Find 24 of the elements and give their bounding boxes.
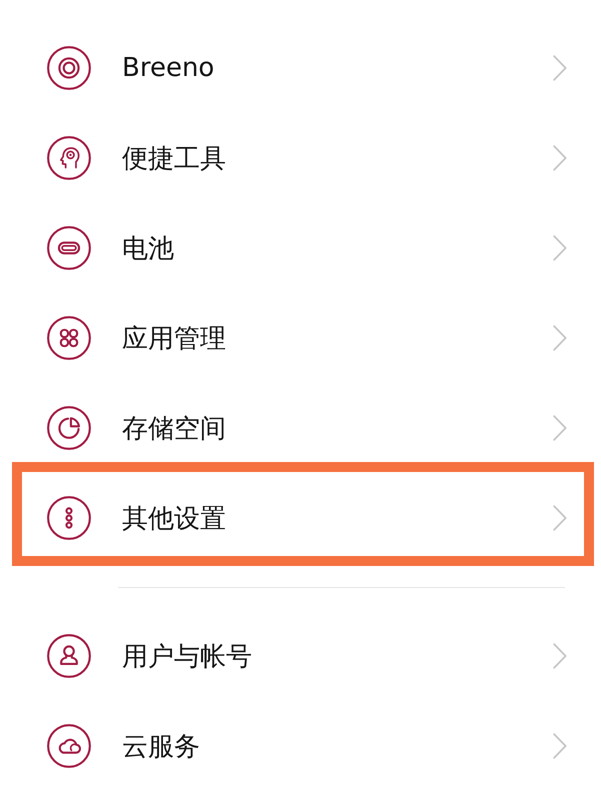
battery-icon xyxy=(47,226,91,270)
more-dots-icon xyxy=(47,496,91,540)
chevron-right-icon xyxy=(553,235,567,261)
settings-item[interactable]: 云服务 xyxy=(0,701,601,791)
settings-item[interactable]: 应用管理 xyxy=(0,293,601,383)
chevron-right-icon xyxy=(553,505,567,531)
settings-item[interactable]: 存储空间 xyxy=(0,383,601,473)
chevron-right-icon xyxy=(553,415,567,441)
chevron-right-icon xyxy=(553,733,567,759)
chevron-right-icon xyxy=(553,55,567,81)
grid-icon xyxy=(47,316,91,360)
settings-item[interactable]: 其他设置 xyxy=(0,473,601,563)
cloud-icon xyxy=(47,724,91,768)
target-icon xyxy=(47,46,91,90)
person-icon xyxy=(47,634,91,678)
chevron-right-icon xyxy=(553,145,567,171)
settings-item[interactable]: Breeno xyxy=(0,23,601,113)
settings-item[interactable]: 便捷工具 xyxy=(0,113,601,203)
chevron-right-icon xyxy=(553,643,567,669)
settings-item[interactable]: 电池 xyxy=(0,203,601,293)
chevron-right-icon xyxy=(553,325,567,351)
settings-item[interactable]: 用户与帐号 xyxy=(0,611,601,701)
pie-chart-icon xyxy=(47,406,91,450)
head-icon xyxy=(47,136,91,180)
